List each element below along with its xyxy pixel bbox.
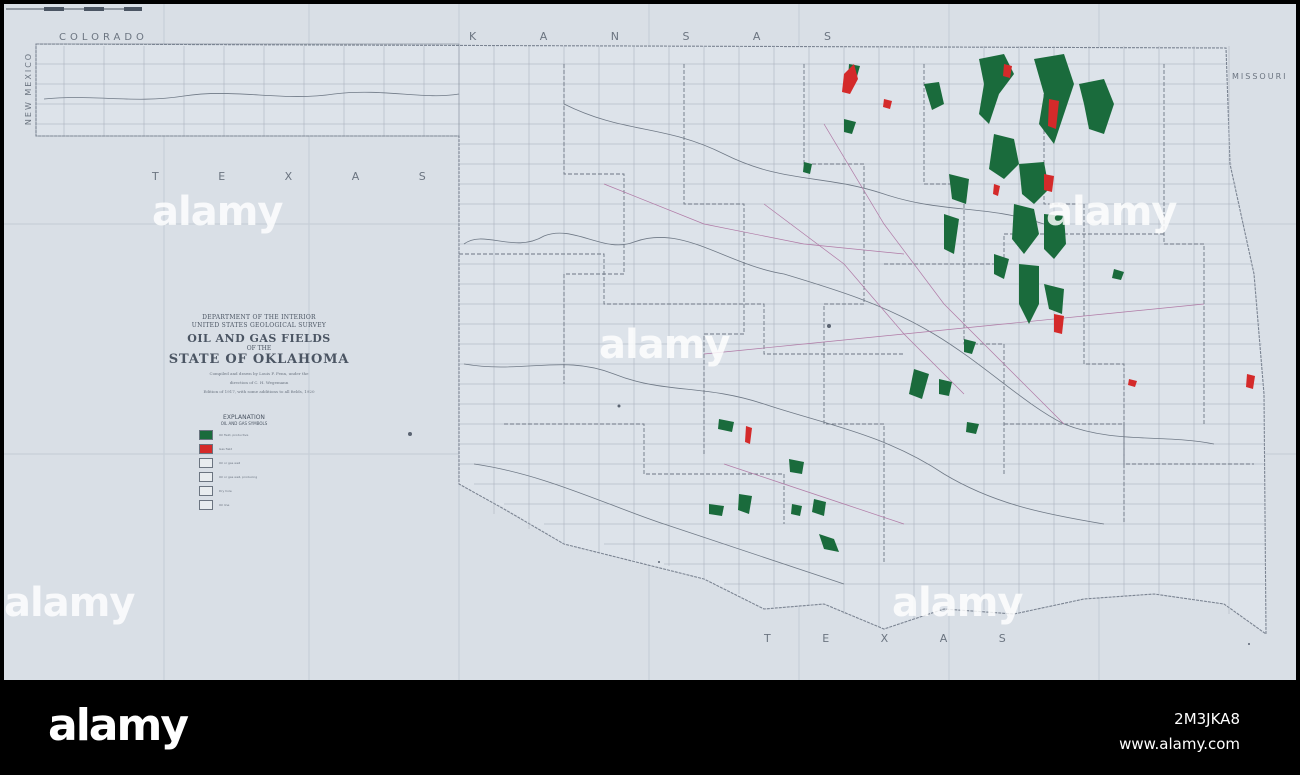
label-new-mexico: NEW MEXICO: [24, 51, 34, 126]
legend-item: Dry hole: [199, 486, 289, 496]
map-legend: EXPLANATION OIL AND GAS SYMBOLS Oil fiel…: [199, 414, 289, 510]
legend-swatch-well: [199, 458, 213, 468]
map-title-of-the: OF THE: [246, 345, 272, 352]
image-id: 2M3JKA8: [1174, 710, 1240, 728]
legend-swatch-oil-line: [199, 500, 213, 510]
legend-item: Oil field, productive: [199, 430, 289, 440]
legend-subheading: OIL AND GAS SYMBOLS: [220, 421, 268, 426]
watermark-text: alamy: [892, 580, 1023, 626]
label-texas-south: T E X A S: [764, 632, 1030, 645]
legend-label: Oil line: [219, 503, 230, 507]
watermark-text: alamy: [4, 580, 135, 626]
label-missouri: MISSOURI: [1232, 72, 1288, 81]
legend-swatch-producing-well: [199, 472, 213, 482]
legend-heading: EXPLANATION: [223, 414, 265, 421]
watermark-text: alamy: [1046, 189, 1177, 235]
legend-label: Oil or gas well, producing: [219, 475, 258, 479]
label-texas-west: T E X A S: [152, 170, 454, 183]
brand-logo[interactable]: alamy: [48, 700, 189, 751]
legend-label: Dry hole: [219, 489, 232, 493]
department-text: DEPARTMENT OF THE INTERIOR: [202, 314, 316, 321]
legend-label: Gas field: [219, 447, 233, 451]
map-title: OIL AND GAS FIELDS: [187, 332, 331, 345]
legend-item: Gas field: [199, 444, 289, 454]
legend-label: Oil or gas well: [219, 461, 241, 465]
legend-label: Oil field, productive: [219, 433, 249, 437]
legend-item: Oil or gas well, producing: [199, 472, 289, 482]
label-kansas: K A N S A S: [469, 30, 861, 43]
map-sheet: COLORADO K A N S A S NEW MEXICO T E X A …: [4, 4, 1296, 680]
label-colorado: COLORADO: [59, 32, 148, 43]
map-title-block: DEPARTMENT OF THE INTERIOR UNITED STATES…: [154, 314, 364, 394]
watermark-text: alamy: [152, 189, 283, 235]
credit-line-3: Edition of 1917, with some additions to …: [203, 389, 315, 394]
scale-bar: [6, 7, 142, 11]
legend-swatch-dry-hole: [199, 486, 213, 496]
footer-bar: alamy 2M3JKA8 www.alamy.com: [0, 680, 1300, 775]
legend-swatch-oil: [199, 430, 213, 440]
credit-line-1: Compiled and drawn by Louis F. Fenn, und…: [209, 371, 309, 376]
legend-item: Oil line: [199, 500, 289, 510]
survey-text: UNITED STATES GEOLOGICAL SURVEY: [191, 322, 327, 329]
watermark-text: alamy: [599, 322, 730, 368]
legend-item: Oil or gas well: [199, 458, 289, 468]
map-title-state: STATE OF OKLAHOMA: [168, 352, 350, 367]
legend-swatch-gas: [199, 444, 213, 454]
credit-line-2: direction of C. H. Wegemann: [229, 380, 289, 385]
site-url[interactable]: www.alamy.com: [1119, 735, 1240, 753]
